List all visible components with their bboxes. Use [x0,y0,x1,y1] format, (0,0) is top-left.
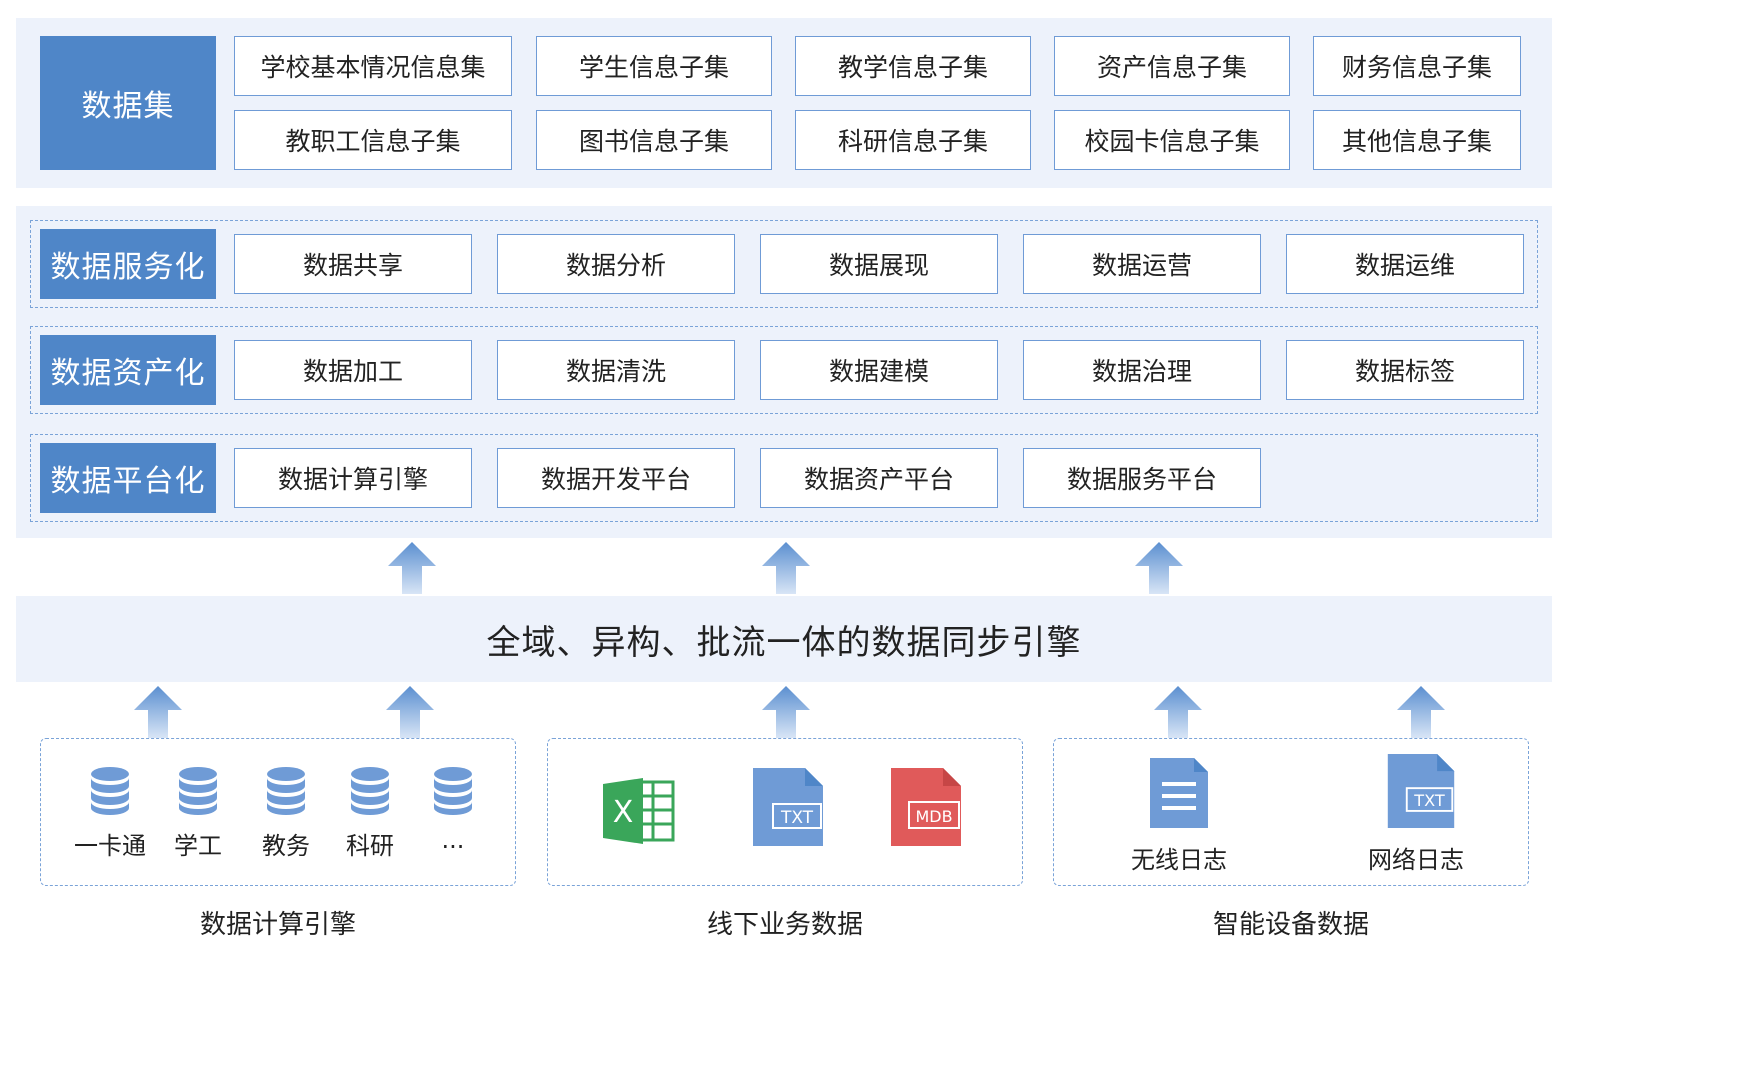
dataset-item: 资产信息子集 [1054,36,1290,96]
asset-item: 数据标签 [1286,340,1524,400]
up-arrow-icon [1397,686,1445,738]
up-arrow-icon [1135,542,1183,594]
platform-item: 数据服务平台 [1023,448,1261,508]
asset-item: 数据加工 [234,340,472,400]
source-caption: 数据计算引擎 [199,910,356,940]
platform-header: 数据平台化 [40,443,216,513]
service-item: 数据运维 [1286,234,1524,294]
database-icon [434,767,472,815]
dataset-item: 财务信息子集 [1313,36,1521,96]
source-caption: 智能设备数据 [1212,910,1369,940]
sync-engine-band: 全域、异构、批流一体的数据同步引擎 [16,596,1552,682]
up-arrow-icon [762,542,810,594]
db-label: 学工 [174,832,222,860]
mdb-label: MDB [915,807,952,826]
dataset-item: 教学信息子集 [795,36,1031,96]
document-icon [1150,758,1208,828]
dataset-header: 数据集 [40,36,216,170]
database-icon [267,767,305,815]
platform-item: 数据计算引擎 [234,448,472,508]
platform-item: 数据资产平台 [760,448,998,508]
platform-item: 数据开发平台 [497,448,735,508]
database-icon [179,767,217,815]
txt-label: TXT [780,808,814,828]
excel-letter: X [613,795,634,830]
service-header: 数据服务化 [40,229,216,299]
up-arrow-icon [388,542,436,594]
txt-file-icon: TXT [1387,754,1455,828]
source-caption: 线下业务数据 [706,910,863,940]
dataset-item: 科研信息子集 [795,110,1031,170]
txt-label: TXT [1413,791,1445,810]
up-arrow-icon [386,686,434,738]
dataset-item: 学生信息子集 [536,36,772,96]
up-arrow-icon [134,686,182,738]
asset-item: 数据治理 [1023,340,1261,400]
asset-item: 数据清洗 [497,340,735,400]
asset-item: 数据建模 [760,340,998,400]
service-item: 数据分析 [497,234,735,294]
service-item: 数据展现 [760,234,998,294]
excel-icon: X [603,778,675,844]
up-arrow-icon [762,686,810,738]
mdb-file-icon: MDB [891,768,961,846]
dataset-item: 图书信息子集 [536,110,772,170]
log-label: 无线日志 [1131,846,1227,874]
asset-header: 数据资产化 [40,335,216,405]
database-icon [91,767,129,815]
service-item: 数据共享 [234,234,472,294]
dataset-item: 学校基本情况信息集 [234,36,512,96]
log-label: 网络日志 [1368,846,1464,874]
dataset-item: 其他信息子集 [1313,110,1521,170]
db-label: ... [441,826,465,854]
database-icon [351,767,389,815]
db-label: 一卡通 [74,832,146,860]
service-item: 数据运营 [1023,234,1261,294]
dataset-item: 校园卡信息子集 [1054,110,1290,170]
dataset-item: 教职工信息子集 [234,110,512,170]
txt-file-icon: TXT [753,768,823,846]
up-arrow-icon [1154,686,1202,738]
